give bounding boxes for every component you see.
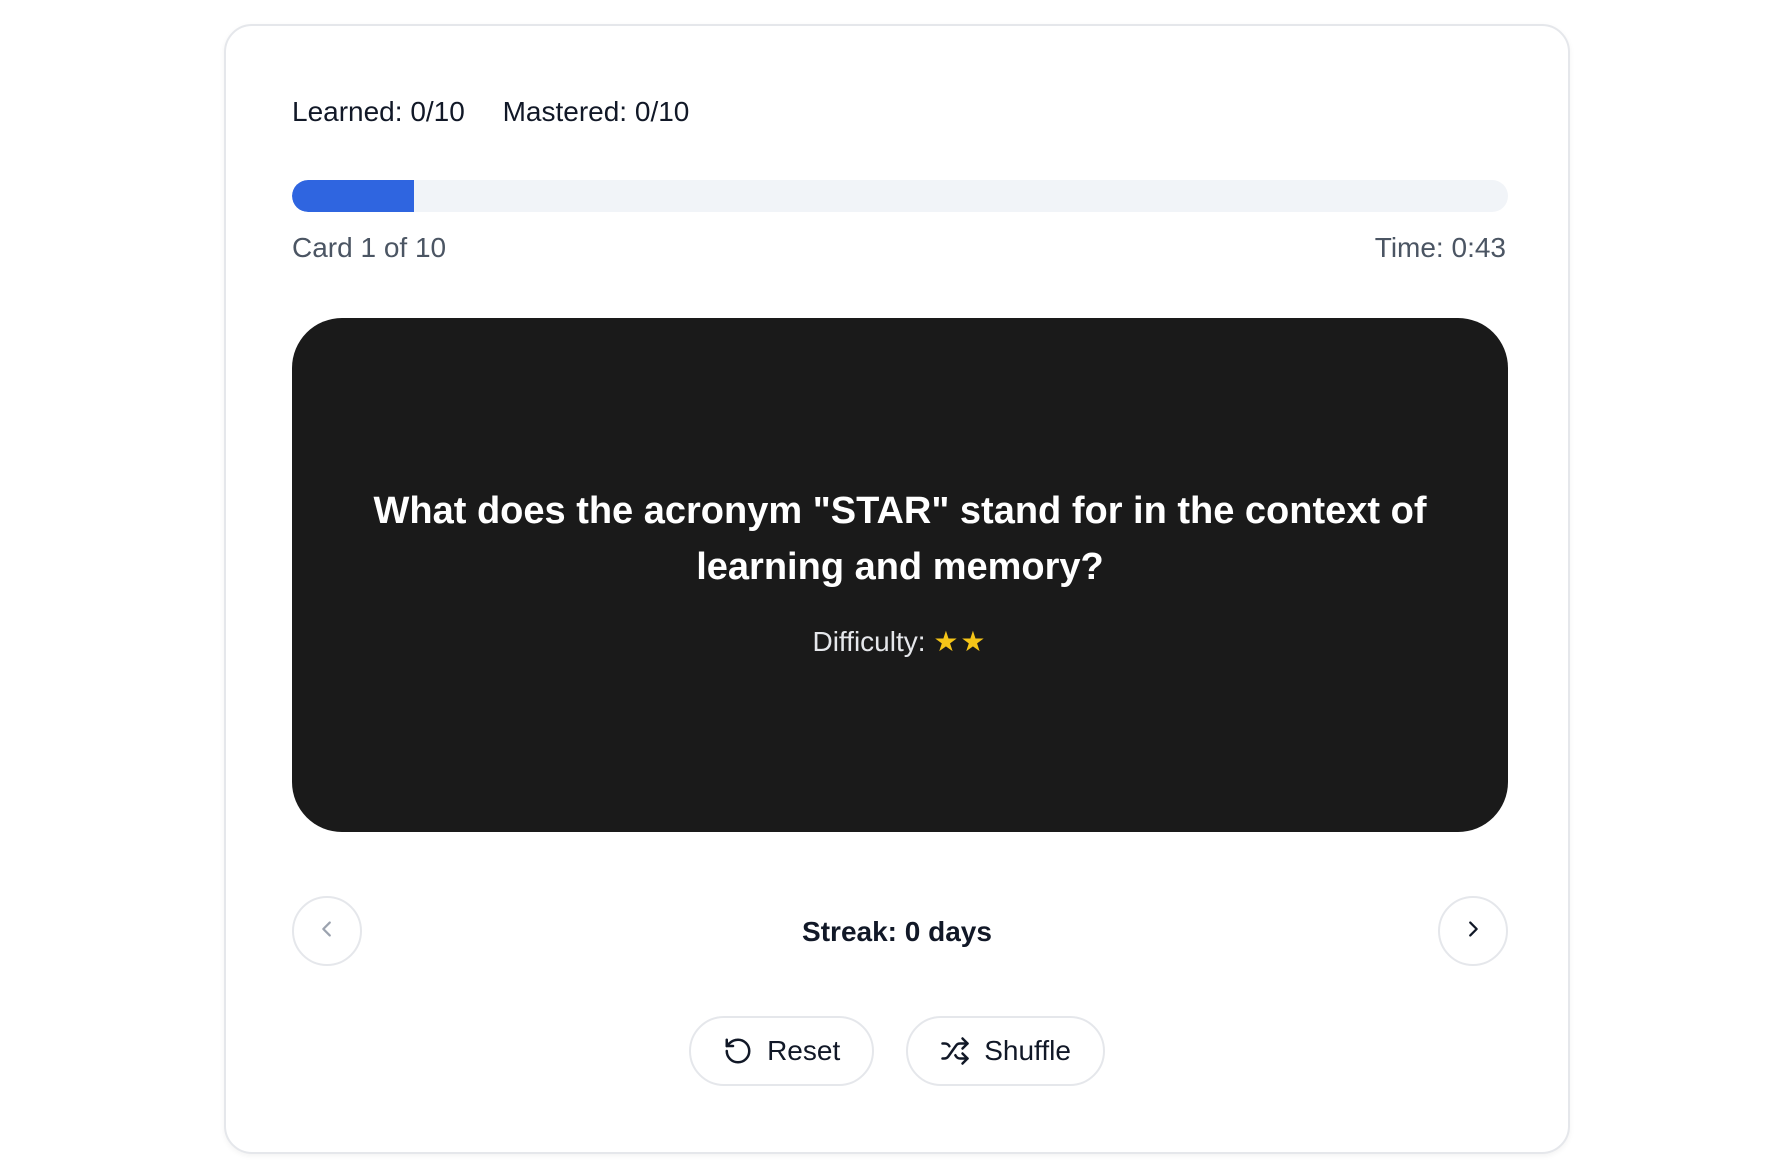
progress-bar <box>292 180 1508 212</box>
chevron-right-icon <box>1462 918 1484 945</box>
progress-fill <box>292 180 414 212</box>
shuffle-icon <box>940 1036 970 1066</box>
flashcard[interactable]: What does the acronym "STAR" stand for i… <box>292 318 1508 832</box>
card-counter: Card 1 of 10 <box>292 232 447 263</box>
shuffle-button[interactable]: Shuffle <box>906 1016 1105 1086</box>
action-bar: Reset Shuffle <box>226 1016 1568 1086</box>
stats-bar: Learned: 0/10 Mastered: 0/10 <box>292 96 719 128</box>
reset-button[interactable]: Reset <box>689 1016 875 1086</box>
shuffle-label: Shuffle <box>984 1035 1071 1066</box>
card-question: What does the acronym "STAR" stand for i… <box>373 489 1427 588</box>
reset-label: Reset <box>767 1035 841 1066</box>
streak-counter: Streak: 0 days <box>802 916 992 947</box>
learned-count: Learned: 0/10 <box>292 96 465 127</box>
rotate-ccw-icon <box>723 1036 753 1066</box>
timer: Time: 0:43 <box>1374 232 1506 263</box>
difficulty-stars: ★★ <box>933 625 988 657</box>
card-difficulty: Difficulty: ★★ <box>812 625 987 658</box>
mastered-count: Mastered: 0/10 <box>502 96 690 127</box>
flashcard-app: Learned: 0/10 Mastered: 0/10 Card 1 of 1… <box>224 24 1570 1154</box>
next-card-button[interactable] <box>1438 896 1508 966</box>
difficulty-label: Difficulty: <box>812 625 926 657</box>
